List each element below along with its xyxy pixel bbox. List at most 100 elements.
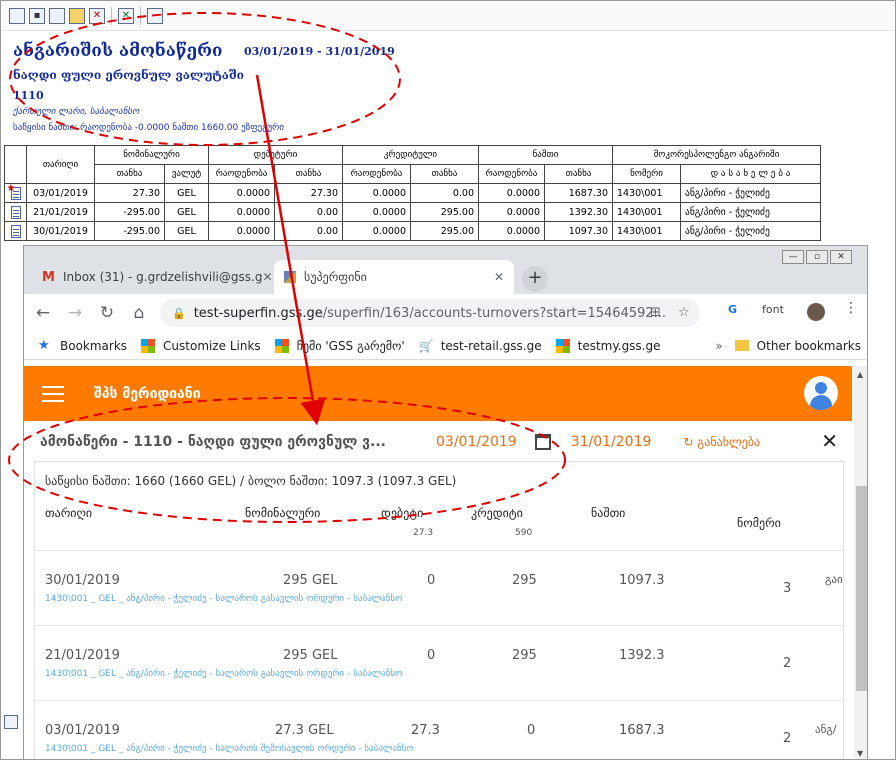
document-icon: ★ bbox=[7, 185, 21, 200]
font-extension-icon[interactable]: font bbox=[762, 303, 784, 316]
row-balance: 1392.3 bbox=[619, 648, 665, 663]
col-header-debit[interactable]: დებეტი bbox=[381, 506, 423, 520]
delete-icon[interactable]: ✕ bbox=[89, 7, 105, 24]
table-row[interactable]: 30/01/2019 295 GEL 0 295 1097.3 3 გაი 14… bbox=[35, 550, 843, 625]
col-header-nominal[interactable]: ნომინალური bbox=[245, 506, 320, 520]
new-tab-button[interactable]: + bbox=[522, 266, 548, 292]
table-header-corr-account: მოკორესპოლენგო ანგარიში bbox=[612, 145, 821, 165]
table-row[interactable]: 21/01/2019 295 GEL 0 295 1392.3 2 1430\0… bbox=[35, 625, 843, 700]
new-document-icon[interactable] bbox=[9, 7, 25, 24]
row-description: 1430\001 _ GEL _ ანგ/პირი - ჭელიძე - სალ… bbox=[45, 669, 403, 679]
minimize-icon[interactable]: — bbox=[782, 250, 804, 264]
hamburger-menu-icon[interactable] bbox=[42, 385, 64, 402]
address-bar[interactable]: 🔒 test-superfin.gss.ge/superfin/163/acco… bbox=[160, 299, 700, 327]
col-header-number[interactable]: ნომერი bbox=[737, 516, 781, 530]
row-description: 1430\001 _ GEL _ ანგ/პირი - ჭელიძე - სალ… bbox=[45, 744, 414, 754]
table-row[interactable]: 21/01/2019 -295.00 GEL 0.0000 0.00 0.000… bbox=[4, 202, 821, 222]
other-bookmarks[interactable]: Other bookmarks bbox=[734, 339, 861, 353]
turnover-card: საწყისი ნაშთი: 1660 (1660 GEL) / ბოლო ნა… bbox=[34, 461, 844, 759]
browser-window: — ▫ ✕ M Inbox (31) - g.grdzelishvili@gss… bbox=[23, 245, 868, 759]
report-currency-line: ქართული ლარი, საბალანსო bbox=[13, 107, 140, 117]
row-debit: 0 bbox=[427, 573, 436, 588]
cell-currency: GEL bbox=[164, 221, 209, 241]
scroll-down-icon[interactable]: ▼ bbox=[857, 749, 863, 758]
date-from[interactable]: 03/01/2019 bbox=[436, 434, 517, 450]
windows-icon bbox=[274, 338, 289, 353]
bookmark-star-icon[interactable]: ☆ bbox=[678, 305, 690, 320]
cell-date: 21/01/2019 bbox=[26, 202, 95, 222]
back-arrow-icon[interactable]: ← bbox=[30, 303, 56, 323]
date-to[interactable]: 31/01/2019 bbox=[571, 434, 652, 450]
reload-icon[interactable]: ↻ bbox=[94, 303, 120, 323]
home-icon[interactable]: ⌂ bbox=[126, 303, 152, 323]
cell-credit-amount: 295.00 bbox=[410, 221, 479, 241]
row-balance: 1687.3 bbox=[619, 723, 665, 738]
legacy-turnover-table: თარიღი ნომინალური დებეტური კრედიტული ნაშ… bbox=[4, 145, 821, 241]
row-credit: 0 bbox=[527, 723, 536, 738]
bookmark-item[interactable]: testmy.gss.ge bbox=[555, 338, 661, 353]
legacy-left-rail bbox=[1, 251, 23, 756]
app-header: შპს მერიდიანი bbox=[24, 366, 852, 421]
col-header-balance[interactable]: ნაშთი bbox=[591, 506, 625, 520]
copy-icon[interactable] bbox=[49, 7, 65, 24]
save-icon[interactable]: ▪ bbox=[29, 7, 45, 24]
row-document-icon[interactable]: ★ bbox=[4, 183, 27, 203]
cell-date: 03/01/2019 bbox=[26, 183, 95, 203]
bookmark-item[interactable]: ჩემი 'GSS გარემო' bbox=[274, 338, 405, 353]
more-bookmarks-icon[interactable]: » bbox=[715, 339, 722, 353]
table-row[interactable]: ★ 03/01/2019 27.30 GEL 0.0000 27.30 0.00… bbox=[4, 183, 821, 203]
profile-avatar-icon[interactable] bbox=[807, 303, 825, 321]
cell-nominal: -295.00 bbox=[94, 202, 165, 222]
close-icon[interactable]: ✕ bbox=[821, 429, 838, 453]
menu-kebab-icon[interactable]: ⋮ bbox=[844, 300, 858, 316]
close-window-icon[interactable]: ✕ bbox=[830, 250, 852, 264]
bookmarks-bar: ★ Bookmarks Customize Links ჩემი 'GSS გარ… bbox=[24, 332, 867, 360]
bookmark-label: Customize Links bbox=[163, 338, 261, 353]
row-debit: 27.3 bbox=[411, 723, 440, 738]
company-name: შპს მერიდიანი bbox=[94, 385, 201, 402]
table-header-credit: კრედიტული bbox=[342, 145, 479, 165]
table-subheader: რაოდენობა bbox=[342, 164, 411, 184]
user-avatar[interactable] bbox=[804, 376, 838, 410]
row-document-icon[interactable] bbox=[4, 221, 27, 241]
calendar-icon[interactable] bbox=[534, 434, 551, 450]
bookmark-item[interactable]: Customize Links bbox=[141, 338, 261, 353]
scrollbar-thumb[interactable] bbox=[856, 486, 867, 691]
tab-superfin[interactable]: სუპერფინი ✕ bbox=[274, 260, 514, 294]
close-tab-icon[interactable]: ✕ bbox=[494, 270, 504, 284]
col-header-credit[interactable]: კრედიტი bbox=[471, 506, 523, 520]
row-credit: 295 bbox=[512, 573, 537, 588]
tab-gmail[interactable]: M Inbox (31) - g.grdzelishvili@gss.g ✕ bbox=[32, 260, 273, 294]
report-account-code: 1110 bbox=[13, 89, 44, 102]
bookmark-item[interactable]: ★ Bookmarks bbox=[38, 338, 128, 353]
translate-icon[interactable]: ⊞ bbox=[650, 305, 661, 320]
cell-nominal: -295.00 bbox=[94, 221, 165, 241]
open-folder-icon[interactable] bbox=[69, 7, 85, 24]
forward-arrow-icon[interactable]: → bbox=[62, 303, 88, 323]
bookmark-label: Bookmarks bbox=[60, 338, 128, 353]
bookmark-label: ჩემი 'GSS გარემო' bbox=[296, 338, 405, 353]
google-translate-icon[interactable]: G bbox=[728, 303, 737, 316]
table-subheader: თანხა bbox=[544, 164, 613, 184]
document-icon[interactable] bbox=[4, 715, 18, 729]
row-date: 21/01/2019 bbox=[45, 648, 120, 663]
screen: ▪ ✕ ✕ ანგარიშის ამონაწერი 03/01/2019 - 3… bbox=[0, 0, 896, 760]
row-date: 03/01/2019 bbox=[45, 723, 120, 738]
table-row[interactable]: 30/01/2019 -295.00 GEL 0.0000 0.00 0.000… bbox=[4, 221, 821, 241]
restore-icon[interactable]: ▫ bbox=[806, 250, 828, 264]
star-icon: ★ bbox=[6, 183, 16, 194]
page-scrollbar[interactable]: ▲ ▼ bbox=[854, 366, 867, 759]
bookmark-item[interactable]: 🛒 test-retail.gss.ge bbox=[419, 339, 542, 353]
cell-corr-account: 1430\001 bbox=[612, 202, 681, 222]
close-tab-icon[interactable]: ✕ bbox=[262, 270, 272, 284]
export-excel-icon[interactable]: ✕ bbox=[118, 7, 134, 24]
row-document-icon[interactable] bbox=[4, 202, 27, 222]
table-row[interactable]: 03/01/2019 27.3 GEL 27.3 0 1687.3 2 ანგ/… bbox=[35, 700, 843, 759]
row-extra: ანგ/ bbox=[815, 723, 837, 736]
table-subheader: რაოდენობა bbox=[478, 164, 545, 184]
col-header-date[interactable]: თარიღი bbox=[45, 506, 92, 520]
refresh-button[interactable]: ↻ განახლება bbox=[683, 435, 760, 449]
scroll-up-icon[interactable]: ▲ bbox=[857, 370, 863, 379]
toolbar-divider bbox=[111, 6, 112, 25]
print-icon[interactable] bbox=[147, 7, 163, 24]
